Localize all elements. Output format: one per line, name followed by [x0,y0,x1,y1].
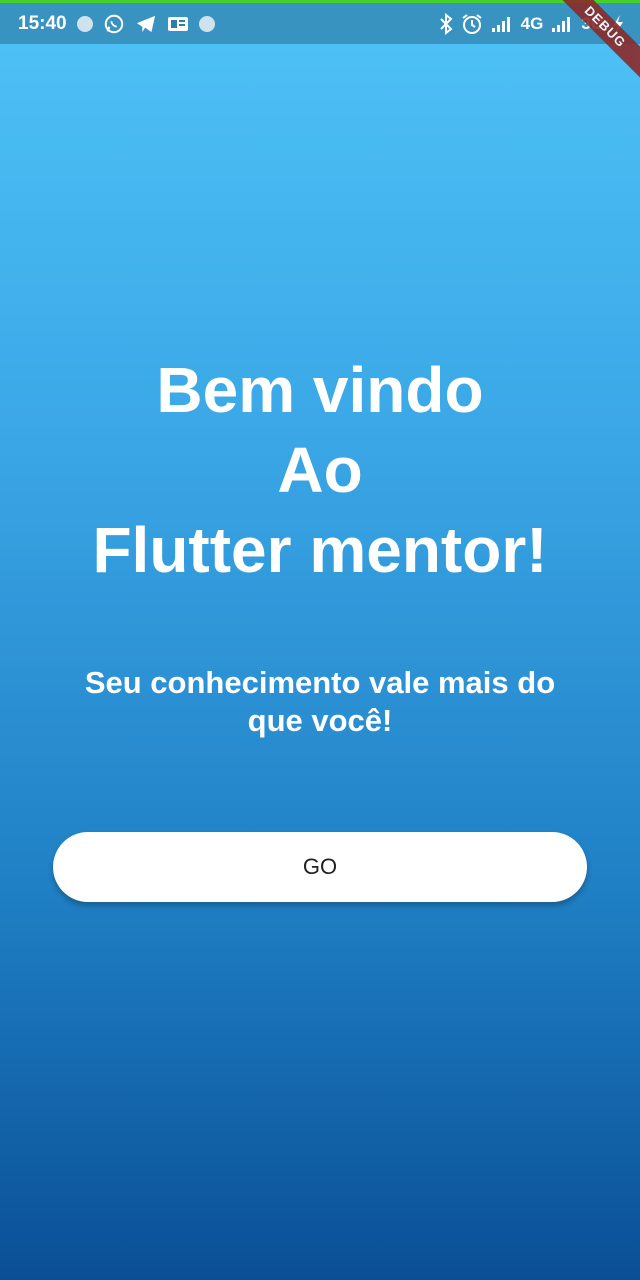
welcome-subtitle: Seu conhecimento vale mais do que você! [84,665,556,738]
welcome-title: Bem vindo Ao Flutter mentor! [0,350,640,590]
circle-icon [76,15,93,32]
status-time: 15:40 [18,12,67,34]
status-left-group: 15:40 [0,13,215,35]
app-screen: 15:40 4G DEBUG Bem vindo Ao Flutter ment… [0,0,640,1280]
news-icon [167,16,189,32]
signal-icon [551,16,573,32]
welcome-line-1: Bem vindo [156,354,484,426]
bluetooth-icon [439,12,453,35]
signal-icon [491,16,513,32]
telegram-icon [135,14,157,34]
status-bar: 15:40 4G [0,0,640,44]
welcome-line-2: Ao [277,434,363,506]
whatsapp-icon [103,13,125,35]
network-type-1: 4G [520,13,544,33]
alarm-icon [461,13,483,35]
welcome-line-3: Flutter mentor! [92,514,548,586]
circle-icon [198,15,215,32]
go-button[interactable]: GO [53,832,587,902]
